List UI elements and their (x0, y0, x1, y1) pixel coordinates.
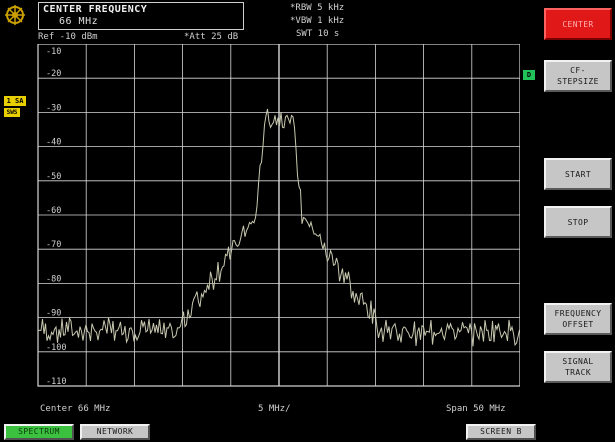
sweep-time-readout: SWT 10 s (296, 29, 340, 39)
y-tick-label: -70 (46, 240, 61, 250)
span-label: Span 50 MHz (446, 404, 506, 414)
cf-stepsize-softkey-label: CF- STEPSIZE (557, 66, 599, 86)
signal-track-softkey[interactable]: SIGNAL TRACK (544, 351, 612, 383)
y-tick-label: -20 (46, 69, 61, 79)
center-frequency-title: CENTER FREQUENCY (43, 4, 148, 15)
display-marker: D (523, 70, 535, 80)
sweep-marker: SWS (4, 108, 20, 117)
start-softkey-label: START (564, 169, 592, 179)
center-softkey-label: CENTER (562, 19, 594, 29)
y-tick-label: -100 (46, 343, 66, 353)
signal-track-softkey-label: SIGNAL TRACK (562, 357, 594, 377)
y-tick-label: -40 (46, 138, 61, 148)
start-softkey[interactable]: START (544, 158, 612, 190)
y-tick-label: -30 (46, 103, 61, 113)
attenuation-readout: *Att 25 dB (184, 32, 239, 42)
y-tick-label: -10 (46, 47, 61, 57)
stop-softkey-label: STOP (567, 217, 589, 227)
tab-spectrum[interactable]: SPECTRUM (4, 424, 74, 440)
frequency-offset-softkey-label: FREQUENCY OFFSET (554, 309, 602, 329)
spectrum-graph: -10 -20 -30 -40 -50 -60 -70 -80 -90 -100 -110 (37, 44, 520, 387)
center-softkey[interactable]: CENTER (544, 8, 612, 40)
cf-stepsize-softkey[interactable]: CF- STEPSIZE (544, 60, 612, 92)
rbw-readout: *RBW 5 kHz (290, 3, 345, 13)
logo-icon (5, 5, 25, 25)
y-tick-label: -50 (46, 172, 61, 182)
vbw-readout: *VBW 1 kHz (290, 16, 345, 26)
frequency-offset-softkey[interactable]: FREQUENCY OFFSET (544, 303, 612, 335)
per-division-label: 5 MHz/ (258, 404, 291, 414)
y-tick-label: -110 (46, 377, 66, 387)
y-tick-label: -80 (46, 274, 61, 284)
center-frequency-value: 66 MHz (59, 16, 99, 27)
tab-network[interactable]: NETWORK (80, 424, 150, 440)
y-tick-label: -60 (46, 206, 61, 216)
screen-b-button[interactable]: SCREEN B (466, 424, 536, 440)
y-tick-label: -90 (46, 309, 61, 319)
center-frequency-label: Center 66 MHz (40, 404, 111, 414)
trace-marker: 1 SA (4, 96, 26, 106)
center-frequency-entry[interactable]: CENTER FREQUENCY 66 MHz (38, 2, 244, 30)
ref-level-readout: Ref -10 dBm (38, 32, 98, 42)
stop-softkey[interactable]: STOP (544, 206, 612, 238)
